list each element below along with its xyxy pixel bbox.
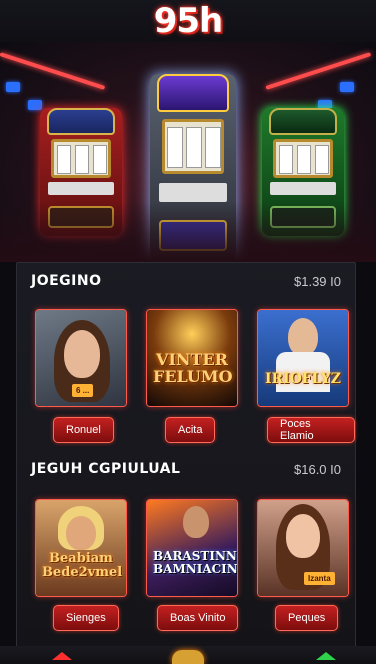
machine-topper xyxy=(46,108,116,136)
game-title-art: IRIOFLYZ xyxy=(264,371,342,387)
game-button-sienges[interactable]: Sienges xyxy=(53,605,119,631)
section-title: JOEGINO xyxy=(31,273,102,289)
app-header: 95h xyxy=(0,0,376,42)
game-title-art: VINTER FELUMO xyxy=(153,350,233,386)
game-button-acita[interactable]: Acita xyxy=(165,417,216,443)
game-card-6[interactable]: Izanta xyxy=(257,499,349,597)
machine-screen xyxy=(51,138,111,178)
section-title: JEGUH CGPIULUAL xyxy=(31,461,181,477)
game-chip: 6 ... xyxy=(72,384,94,397)
game-title-art: BARASTINNEL BAMNIACING xyxy=(153,549,237,576)
game-button-ronuel[interactable]: Ronuel xyxy=(53,417,114,443)
decor-panel xyxy=(6,82,20,92)
game-card-1[interactable]: 6 ... xyxy=(35,309,127,407)
decor-panel xyxy=(28,100,42,110)
section-amount: $1.39 I0 xyxy=(294,273,341,289)
machine-topper xyxy=(156,74,230,112)
bottom-nav xyxy=(0,646,376,664)
hero-banner xyxy=(0,42,376,262)
home-icon[interactable] xyxy=(172,650,204,664)
game-title-art: Beabiam Bede2vmel xyxy=(42,551,123,580)
game-card-2[interactable]: VINTER FELUMO xyxy=(146,309,238,407)
logo[interactable]: 95h xyxy=(154,4,224,38)
machine-topper xyxy=(268,108,338,136)
game-card-4[interactable]: Beabiam Bede2vmel xyxy=(35,499,127,597)
game-button-peques[interactable]: Peques xyxy=(275,605,339,631)
game-card-5[interactable]: BARASTINNEL BAMNIACING xyxy=(146,499,238,597)
game-button-poces-elamio[interactable]: Poces Elamio xyxy=(267,417,355,443)
decor-panel xyxy=(340,82,354,92)
games-panel: JOEGINO $1.39 I0 6 ... VINTER FELUMO IRI… xyxy=(16,262,356,654)
section-amount: $16.0 I0 xyxy=(294,461,341,477)
aisle-light-right xyxy=(265,52,372,90)
left-arrow-icon[interactable] xyxy=(52,652,72,660)
section-header-1: JOEGINO $1.39 I0 xyxy=(31,273,341,289)
game-chip: Izanta xyxy=(304,572,335,585)
machine-screen xyxy=(273,138,333,178)
section-header-2: JEGUH CGPIULUAL $16.0 I0 xyxy=(31,461,341,477)
game-button-boas-vinito[interactable]: Boas Vinito xyxy=(157,605,239,631)
game-card-3[interactable]: IRIOFLYZ xyxy=(257,309,349,407)
machine-screen xyxy=(162,119,224,174)
right-arrow-icon[interactable] xyxy=(316,652,336,660)
